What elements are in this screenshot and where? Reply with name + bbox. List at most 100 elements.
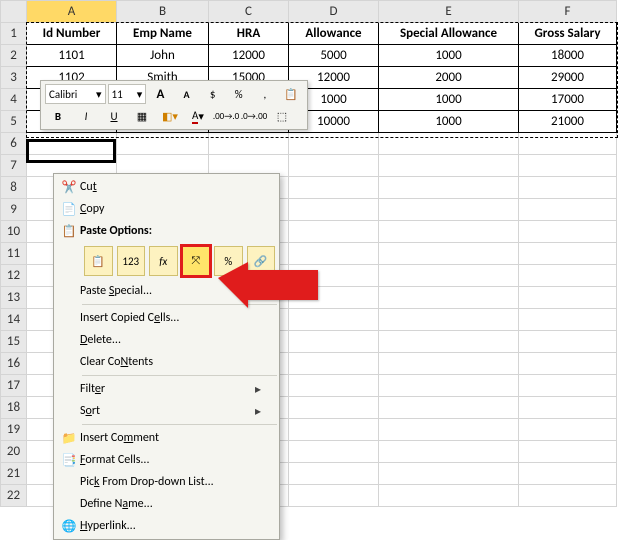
menu-insert-copied[interactable]: Insert Copied Cells...: [54, 307, 279, 329]
col-header-D[interactable]: D: [289, 1, 379, 23]
cell-E3[interactable]: 2000: [379, 67, 519, 89]
row-header-9[interactable]: 9: [1, 199, 27, 221]
cell-E2[interactable]: 1000: [379, 45, 519, 67]
menu-clear[interactable]: Clear CoNtents: [54, 351, 279, 373]
menu-copy[interactable]: 📄 Copy: [54, 198, 279, 220]
cell-F4[interactable]: 17000: [519, 89, 617, 111]
row-header-18[interactable]: 18: [1, 397, 27, 419]
cell-F5[interactable]: 21000: [519, 111, 617, 133]
cell-D2[interactable]: 5000: [289, 45, 379, 67]
cell-E5[interactable]: 1000: [379, 111, 519, 133]
increase-decimal-button[interactable]: .00→.0: [213, 107, 239, 125]
cell-F1[interactable]: Gross Salary: [519, 23, 617, 45]
cell-B2[interactable]: John: [117, 45, 209, 67]
cell-E4[interactable]: 1000: [379, 89, 519, 111]
submenu-arrow-icon: ▸: [255, 382, 261, 397]
row-header-1[interactable]: 1: [1, 23, 27, 45]
scissors-icon: ✂️: [58, 180, 80, 195]
select-all-corner[interactable]: [1, 1, 27, 23]
row-header-12[interactable]: 12: [1, 265, 27, 287]
bold-button[interactable]: B: [45, 107, 71, 125]
paste-values-button[interactable]: 123: [117, 246, 146, 276]
menu-filter[interactable]: Filter ▸: [54, 378, 279, 400]
format-label: Format Cells...: [80, 453, 261, 467]
col-header-F[interactable]: F: [519, 1, 617, 23]
col-header-B[interactable]: B: [117, 1, 209, 23]
menu-cut-label: Cut: [80, 180, 261, 194]
cell-F2[interactable]: 18000: [519, 45, 617, 67]
menu-paste-options: 📋 Paste Options:: [54, 220, 279, 242]
row-header-15[interactable]: 15: [1, 331, 27, 353]
size-select[interactable]: 11 ▾: [108, 84, 147, 104]
shrink-font-button[interactable]: A: [174, 85, 198, 103]
cell-C1[interactable]: HRA: [209, 23, 289, 45]
menu-sort[interactable]: Sort ▸: [54, 400, 279, 422]
row-header-13[interactable]: 13: [1, 287, 27, 309]
grow-font-button[interactable]: A: [148, 85, 172, 103]
hyperlink-label: Hyperlink...: [80, 519, 261, 533]
format-icon: 📑: [58, 453, 80, 468]
menu-pick-list[interactable]: Pick From Drop-down List...: [54, 471, 279, 493]
decrease-decimal-button[interactable]: .0→.00: [241, 107, 267, 125]
paste-transpose-button[interactable]: ⤧: [182, 246, 211, 276]
row-header-6[interactable]: 6: [1, 133, 27, 155]
percent-button[interactable]: %: [227, 85, 251, 103]
currency-button[interactable]: $: [201, 85, 225, 103]
mini-toolbar: Calibri ▾ 11 ▾ A A $ % , 📋 B I U ▦ ◧▾ A▾…: [40, 80, 308, 130]
cell-D1[interactable]: Allowance: [289, 23, 379, 45]
row-header-20[interactable]: 20: [1, 441, 27, 463]
row-header-22[interactable]: 22: [1, 485, 27, 507]
menu-cut[interactable]: ✂️ Cut: [54, 176, 279, 198]
globe-icon: 🌐: [58, 519, 80, 534]
row-header-11[interactable]: 11: [1, 243, 27, 265]
menu-define-name[interactable]: Define Name...: [54, 493, 279, 515]
comma-button[interactable]: ,: [253, 85, 277, 103]
cell-B1[interactable]: Emp Name: [117, 23, 209, 45]
row-header-2[interactable]: 2: [1, 45, 27, 67]
row-header-3[interactable]: 3: [1, 67, 27, 89]
cell-F3[interactable]: 29000: [519, 67, 617, 89]
comment-icon: 📁: [58, 431, 80, 446]
underline-button[interactable]: U: [101, 107, 127, 125]
copy-icon: 📄: [58, 202, 80, 217]
menu-delete[interactable]: Delete...: [54, 329, 279, 351]
border-button[interactable]: ▦: [129, 107, 155, 125]
row-header-19[interactable]: 19: [1, 419, 27, 441]
menu-paste-special[interactable]: Paste Special...: [54, 280, 279, 302]
row-header-14[interactable]: 14: [1, 309, 27, 331]
cell-C2[interactable]: 12000: [209, 45, 289, 67]
row-header-8[interactable]: 8: [1, 177, 27, 199]
cell-A1[interactable]: Id Number: [27, 23, 117, 45]
row-header-21[interactable]: 21: [1, 463, 27, 485]
fill-color-button[interactable]: ◧▾: [157, 107, 183, 125]
row-header-17[interactable]: 17: [1, 375, 27, 397]
menu-format-cells[interactable]: 📑 Format Cells...: [54, 449, 279, 471]
paste-link-button[interactable]: 🔗: [247, 246, 276, 276]
merge-button[interactable]: ⬚: [269, 107, 295, 125]
paste-all-button[interactable]: 📋: [84, 246, 113, 276]
font-select[interactable]: Calibri ▾: [45, 84, 106, 104]
context-menu: ✂️ Cut 📄 Copy 📋 Paste Options: 📋 123 fx …: [53, 173, 280, 540]
paste-options-row: 📋 123 fx ⤧ % 🔗: [54, 242, 279, 280]
clear-label: Clear CoNtents: [80, 355, 261, 369]
menu-hyperlink[interactable]: 🌐 Hyperlink...: [54, 515, 279, 537]
italic-button[interactable]: I: [73, 107, 99, 125]
row-header-4[interactable]: 4: [1, 89, 27, 111]
comment-label: Insert Comment: [80, 431, 261, 445]
paste-formatting-button[interactable]: %: [214, 246, 243, 276]
col-header-E[interactable]: E: [379, 1, 519, 23]
font-color-button[interactable]: A▾: [185, 107, 211, 125]
paste-options-label: Paste Options:: [80, 224, 261, 238]
menu-insert-comment[interactable]: 📁 Insert Comment: [54, 427, 279, 449]
cell-A2[interactable]: 1101: [27, 45, 117, 67]
paste-formulas-button[interactable]: fx: [149, 246, 178, 276]
col-header-A[interactable]: A: [27, 1, 117, 23]
row-header-10[interactable]: 10: [1, 221, 27, 243]
cell-E1[interactable]: Special Allowance: [379, 23, 519, 45]
format-painter-icon[interactable]: 📋: [279, 85, 303, 103]
col-header-C[interactable]: C: [209, 1, 289, 23]
row-header-5[interactable]: 5: [1, 111, 27, 133]
row-header-16[interactable]: 16: [1, 353, 27, 375]
define-label: Define Name...: [80, 497, 261, 511]
row-header-7[interactable]: 7: [1, 155, 27, 177]
